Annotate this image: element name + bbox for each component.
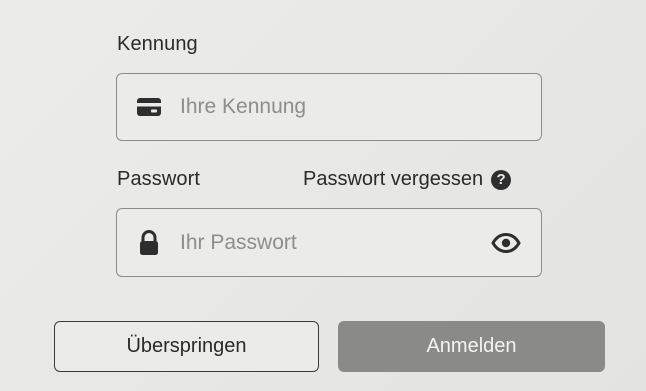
lock-icon	[136, 229, 162, 256]
id-input[interactable]	[180, 87, 541, 127]
login-screen: Kennung Passwort Passwort vergessen ?	[0, 0, 646, 391]
password-field[interactable]	[116, 208, 542, 277]
id-card-icon	[136, 94, 162, 120]
forgot-password-link[interactable]: Passwort vergessen ?	[303, 168, 512, 191]
question-circle-icon: ?	[491, 169, 512, 190]
forgot-password-label: Passwort vergessen	[303, 168, 484, 190]
login-button[interactable]: Anmelden	[338, 321, 605, 372]
password-label: Passwort	[117, 168, 201, 190]
id-field[interactable]	[116, 73, 542, 141]
skip-button[interactable]: Überspringen	[54, 321, 319, 372]
toggle-password-visibility-button[interactable]	[489, 228, 523, 258]
password-input[interactable]	[180, 222, 489, 263]
id-label: Kennung	[117, 33, 198, 55]
eye-icon	[491, 232, 521, 253]
